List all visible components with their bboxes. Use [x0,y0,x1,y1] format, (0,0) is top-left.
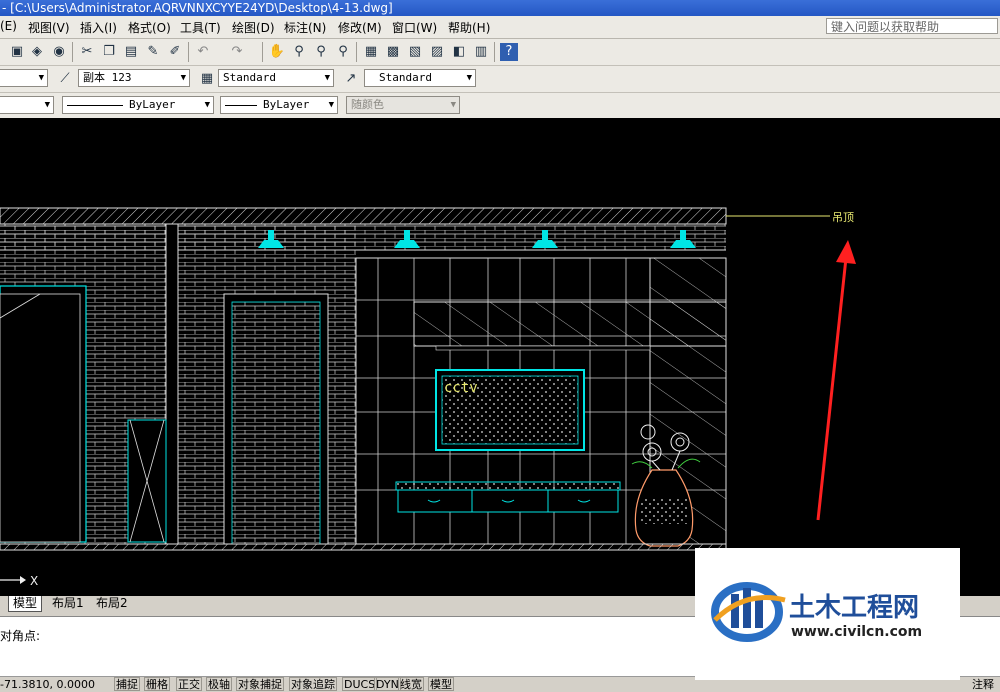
block-editor-icon[interactable]: ✐ [166,43,184,61]
menu-insert[interactable]: 插入(I) [80,19,117,36]
calculator-icon[interactable]: ▥ [472,43,490,61]
ucs-x-label: X [30,574,38,588]
properties-toolbar: ▼ ByLayer ▼ ByLayer ▼ 随颜色 ▼ [0,93,1000,119]
properties-icon[interactable]: ▦ [362,43,380,61]
tab-model[interactable]: 模型 [8,596,43,612]
linetype-combo[interactable]: ByLayer ▼ [62,96,214,114]
plot-preview-icon[interactable]: ◈ [28,43,46,61]
watermark-name: 土木工程网 [789,593,919,623]
ortho-toggle[interactable]: 正交 [176,677,202,691]
dimstyle-icon[interactable]: ⟋ [56,70,74,88]
dimstyle-combo[interactable]: 副本 123 ▼ [78,69,190,87]
copy-icon[interactable]: ❐ [100,43,118,61]
help-search-input[interactable]: 键入问题以获取帮助 [826,18,998,34]
help-icon[interactable]: ? [500,43,518,61]
plot-icon[interactable]: ▣ [8,43,26,61]
menu-draw[interactable]: 绘图(D) [232,19,275,36]
tablestyle-icon[interactable]: ▦ [198,70,216,88]
grid-toggle[interactable]: 栅格 [144,677,170,691]
zoom-previous-icon[interactable]: ⚲ [334,43,352,61]
watermark-url: www.civilcn.com [791,624,922,640]
tab-layout2[interactable]: 布局2 [92,596,132,611]
ducs-toggle[interactable]: DUCS [342,677,378,691]
menu-bar: (E) 视图(V) 插入(I) 格式(O) 工具(T) 绘图(D) 标注(N) … [0,16,1000,39]
lineweight-value: ByLayer [263,98,310,111]
styles-toolbar: ▼ ⟋ 副本 123 ▼ ▦ Standard ▼ ↗ Standard ▼ [0,66,1000,93]
textstyle-value: Standard [223,71,276,84]
menu-format[interactable]: 格式(O) [128,19,171,36]
floor-line [0,543,727,551]
menu-dimension[interactable]: 标注(N) [284,19,326,36]
zoom-realtime-icon[interactable]: ⚲ [290,43,308,61]
middle-doorway [223,293,329,545]
tv-label: cctv [444,380,478,396]
watermark-logo: 土木工程网 www.civilcn.com [711,582,922,642]
tv-cabinet [395,481,621,513]
menu-modify[interactable]: 修改(M) [338,19,382,36]
standard-toolbar: ▣ ◈ ◉ ✂ ❐ ▤ ✎ ✐ ↶ ↷ ✋ ⚲ ⚲ ⚲ ▦ ▩ ▧ ▨ ◧ ▥ … [0,39,1000,66]
publish-icon[interactable]: ◉ [50,43,68,61]
annotation-text: 吊顶 [832,211,854,224]
multileader-icon[interactable]: ↗ [342,70,360,88]
tablestyle-value: Standard [379,71,432,84]
window-title: - [C:\Users\Administrator.AQRVNNXCYYE24Y… [2,1,393,15]
color-combo[interactable]: ▼ [0,96,54,114]
textstyle-combo[interactable]: Standard ▼ [218,69,334,87]
otrack-toggle[interactable]: 对象追踪 [289,677,337,691]
model-toggle[interactable]: 模型 [428,677,454,691]
textstyle-left-combo[interactable]: ▼ [0,69,48,87]
dyn-toggle[interactable]: DYN [374,677,401,691]
tablestyle-combo[interactable]: Standard ▼ [364,69,476,87]
tab-layout1[interactable]: 布局1 [48,596,88,611]
menu-window[interactable]: 窗口(W) [392,19,437,36]
menu-edit[interactable]: (E) [0,19,17,33]
markup-icon[interactable]: ◧ [450,43,468,61]
drawing-area[interactable]: cctv 吊顶 X [0,118,1000,596]
lineweight-toggle[interactable]: 线宽 [398,677,424,691]
annotation-label: 注释 [972,678,994,691]
lineweight-combo[interactable]: ByLayer ▼ [220,96,338,114]
logo-mark [711,582,786,642]
menu-help[interactable]: 帮助(H) [448,19,490,36]
polar-toggle[interactable]: 极轴 [206,677,232,691]
sheet-set-icon[interactable]: ▨ [428,43,446,61]
osnap-toggle[interactable]: 对象捕捉 [236,677,284,691]
design-center-icon[interactable]: ▩ [384,43,402,61]
watermark: 土木工程网 www.civilcn.com [695,548,960,680]
cad-drawing: cctv 吊顶 X [0,207,856,588]
dimstyle-value: 副本 123 [83,71,132,84]
plotstyle-value: 随颜色 [351,98,384,111]
snap-toggle[interactable]: 捕捉 [114,677,140,691]
zoom-window-icon[interactable]: ⚲ [312,43,330,61]
title-bar: - [C:\Users\Administrator.AQRVNNXCYYE24Y… [0,0,1000,16]
tv-set: cctv [435,369,585,451]
wall-column [165,223,179,545]
match-properties-icon[interactable]: ✎ [144,43,162,61]
command-prompt: 对角点: [0,629,41,643]
redo-icon[interactable]: ↷ [228,43,246,61]
linetype-value: ByLayer [129,98,176,111]
ucs-icon: X [0,574,38,588]
tool-palettes-icon[interactable]: ▧ [406,43,424,61]
paste-icon[interactable]: ▤ [122,43,140,61]
menu-tools[interactable]: 工具(T) [180,19,221,36]
plotstyle-combo: 随颜色 ▼ [346,96,460,114]
menu-view[interactable]: 视图(V) [28,19,70,36]
cut-icon[interactable]: ✂ [78,43,96,61]
undo-icon[interactable]: ↶ [194,43,212,61]
pan-icon[interactable]: ✋ [268,43,286,61]
coordinate-readout: -71.3810, 0.0000 [0,678,95,691]
red-arrow [816,240,856,521]
